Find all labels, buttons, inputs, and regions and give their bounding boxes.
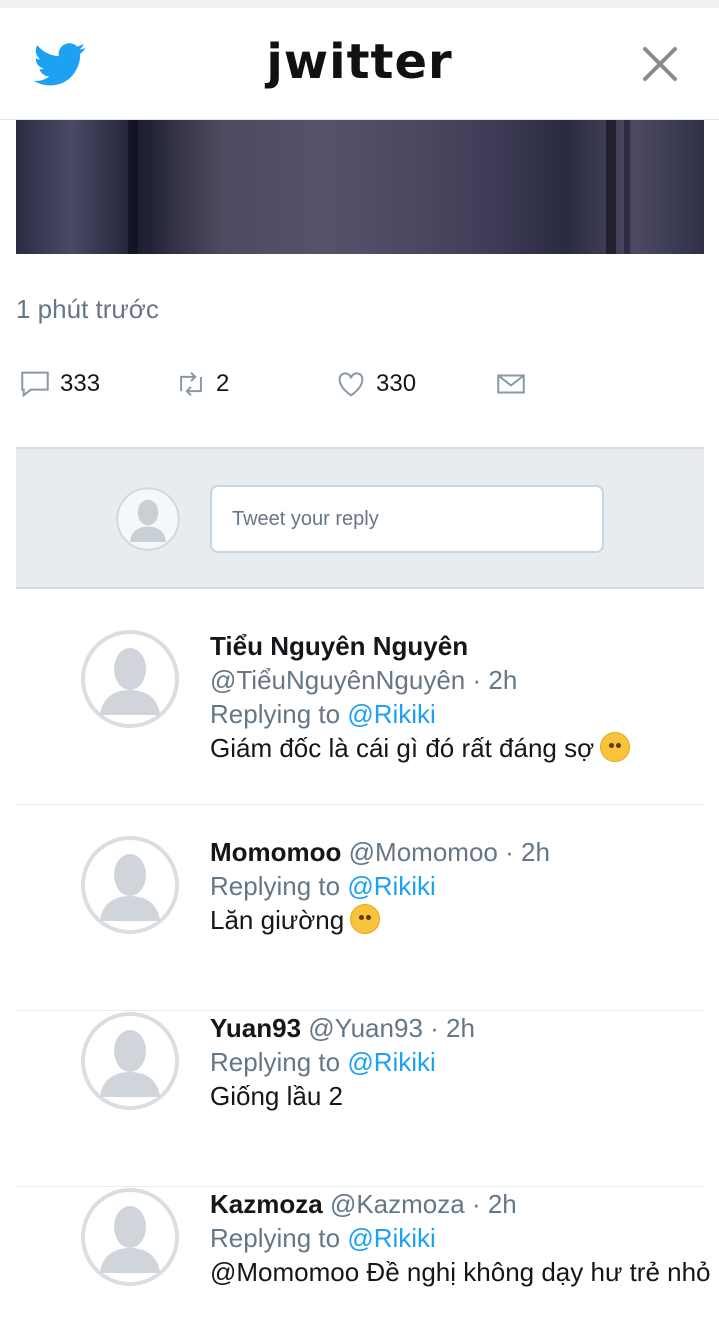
like-count: 330 bbox=[376, 370, 417, 397]
replying-to-mention[interactable]: @Rikiki bbox=[347, 699, 436, 729]
reply-author-name[interactable]: Momomoo bbox=[210, 837, 341, 867]
replying-to-mention[interactable]: @Rikiki bbox=[347, 1047, 436, 1077]
replying-to-label: Replying to bbox=[210, 1223, 341, 1253]
reply-text: @Momomoo Đề nghị không dạy hư trẻ nhỏ bbox=[210, 1257, 711, 1287]
reply-icon bbox=[21, 371, 49, 398]
avatar-icon[interactable] bbox=[80, 835, 180, 935]
app-header: jwitter bbox=[0, 8, 719, 120]
retweet-count: 2 bbox=[216, 370, 230, 397]
reply-tweet[interactable]: Momomoo @Momomoo · 2h Replying to @Rikik… bbox=[16, 835, 704, 1011]
like-action[interactable]: 330 bbox=[334, 362, 416, 406]
reply-time: 2h bbox=[446, 1013, 475, 1043]
reply-author-name[interactable]: Yuan93 bbox=[210, 1013, 301, 1043]
replying-to-mention[interactable]: @Rikiki bbox=[347, 871, 436, 901]
reply-text: Giống lầu 2 bbox=[210, 1081, 343, 1111]
reply-text: Giám đốc là cái gì đó rất đáng sợ bbox=[210, 733, 595, 763]
tweet-action-bar: 333 2 330 bbox=[0, 362, 719, 412]
reply-author-name[interactable]: Kazmoza bbox=[210, 1189, 323, 1219]
reply-author-name[interactable]: Tiểu Nguyên Nguyên bbox=[210, 631, 468, 661]
avatar-icon[interactable] bbox=[80, 629, 180, 729]
replying-to-label: Replying to bbox=[210, 1047, 341, 1077]
tweet-media-image[interactable] bbox=[16, 120, 704, 254]
reply-tweet[interactable]: Yuan93 @Yuan93 · 2h Replying to @Rikiki … bbox=[16, 1011, 704, 1187]
reply-time: 2h bbox=[520, 837, 550, 867]
replying-to-label: Replying to bbox=[210, 871, 341, 901]
reply-time: 2h bbox=[488, 665, 518, 695]
envelope-icon bbox=[497, 374, 525, 394]
replying-to-mention[interactable]: @Rikiki bbox=[347, 1223, 436, 1253]
reply-author-handle[interactable]: @Momomoo bbox=[349, 837, 498, 867]
reply-author-handle[interactable]: @Kazmoza bbox=[330, 1189, 465, 1219]
user-avatar-icon bbox=[116, 487, 180, 551]
app-logo: jwitter bbox=[266, 34, 453, 90]
avatar-icon[interactable] bbox=[80, 1011, 180, 1111]
reply-input[interactable] bbox=[210, 485, 604, 553]
reply-time: 2h bbox=[487, 1189, 517, 1219]
reply-composer bbox=[16, 447, 704, 589]
tweet-timestamp: 1 phút trước bbox=[16, 294, 159, 324]
reply-tweet[interactable]: Kazmoza @Kazmoza · 2h Replying to @Rikik… bbox=[16, 1187, 711, 1327]
retweet-icon bbox=[180, 371, 202, 397]
close-icon[interactable] bbox=[640, 44, 680, 84]
avatar-icon[interactable] bbox=[80, 1187, 180, 1287]
retweet-action[interactable]: 2 bbox=[174, 362, 229, 406]
replying-to-label: Replying to bbox=[210, 699, 341, 729]
status-bar bbox=[0, 0, 719, 8]
reply-author-handle[interactable]: @Yuan93 bbox=[308, 1013, 423, 1043]
reply-count: 333 bbox=[60, 370, 101, 397]
heart-icon bbox=[338, 372, 364, 397]
no-mouth-face-emoji bbox=[350, 904, 381, 934]
direct-message-action[interactable] bbox=[494, 362, 528, 406]
reply-author-handle[interactable]: @TiểuNguyênNguyên bbox=[210, 665, 465, 695]
persevering-face-emoji bbox=[600, 732, 631, 762]
reply-text: Lăn giường bbox=[210, 905, 345, 935]
reply-action[interactable]: 333 bbox=[18, 362, 100, 406]
reply-tweet[interactable]: Tiểu Nguyên Nguyên @TiểuNguyênNguyên · 2… bbox=[16, 629, 704, 805]
